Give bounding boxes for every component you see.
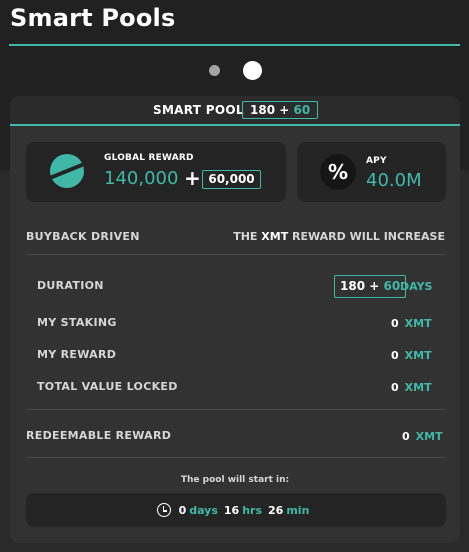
my-staking-amount: 0 bbox=[391, 317, 399, 330]
duration-base: 180 bbox=[340, 279, 366, 293]
my-reward-label: MY REWARD bbox=[37, 348, 117, 361]
countdown-days: 0 bbox=[178, 503, 187, 517]
countdown-hours: 16 bbox=[223, 503, 240, 517]
apy-label: APY bbox=[366, 156, 387, 166]
buyback-note-prefix: THE bbox=[233, 230, 258, 243]
xmt-logo-icon bbox=[50, 154, 84, 188]
global-reward-amount: 140,000 bbox=[104, 168, 179, 189]
global-reward-bonus: 60,000 bbox=[202, 170, 261, 189]
duration-label: DURATION bbox=[37, 279, 104, 292]
my-staking-label: MY STAKING bbox=[37, 316, 117, 329]
countdown-minutes: 26 bbox=[268, 503, 284, 517]
divider bbox=[26, 457, 446, 458]
pool-duration-plus: + bbox=[279, 103, 290, 117]
tvl-label: TOTAL VALUE LOCKED bbox=[37, 380, 178, 393]
carousel-pagination bbox=[0, 60, 469, 80]
pool-duration-badge: 180 + 60 bbox=[242, 101, 319, 119]
global-reward-tile: GLOBAL REWARD 140,000 + 60,000 bbox=[26, 142, 286, 202]
divider bbox=[26, 254, 446, 255]
tvl-amount: 0 bbox=[391, 381, 399, 394]
tvl-unit: XMT bbox=[404, 381, 432, 394]
card-header: SMART POOL 180 + 60 bbox=[10, 96, 460, 126]
countdown-days-unit: days bbox=[189, 503, 218, 517]
percent-icon: % bbox=[320, 154, 356, 190]
apy-value: 40.0M bbox=[366, 170, 422, 191]
smart-pool-label: SMART POOL bbox=[153, 103, 244, 117]
my-reward-unit: XMT bbox=[404, 349, 432, 362]
my-staking-unit: XMT bbox=[404, 317, 432, 330]
my-reward-amount: 0 bbox=[391, 349, 399, 362]
buyback-note-suffix: REWARD WILL INCREASE bbox=[292, 230, 445, 243]
duration-plus: + bbox=[369, 279, 380, 293]
countdown-hours-unit: hrs bbox=[242, 503, 263, 517]
buyback-note: THE XMT REWARD WILL INCREASE bbox=[233, 230, 445, 243]
my-staking-value: 0 XMT bbox=[391, 317, 432, 330]
buyback-label: BUYBACK DRIVEN bbox=[26, 230, 140, 243]
countdown-minutes-unit: min bbox=[286, 503, 310, 517]
global-reward-plus: + bbox=[184, 166, 201, 190]
clock-icon bbox=[156, 503, 171, 517]
smart-pool-card: SMART POOL 180 + 60 GLOBAL REWARD 140,00… bbox=[10, 96, 460, 543]
tvl-value: 0 XMT bbox=[391, 381, 432, 394]
redeemable-amount: 0 bbox=[402, 430, 410, 443]
divider bbox=[26, 409, 446, 410]
buyback-note-token: XMT bbox=[261, 230, 289, 243]
my-reward-value: 0 XMT bbox=[391, 349, 432, 362]
carousel-dot-2-active[interactable] bbox=[243, 61, 262, 80]
global-reward-label: GLOBAL REWARD bbox=[104, 153, 194, 163]
pool-duration-base: 180 bbox=[250, 103, 276, 117]
page-title: Smart Pools bbox=[10, 4, 176, 32]
duration-bonus: 60 bbox=[383, 279, 401, 293]
pool-duration-bonus: 60 bbox=[293, 103, 311, 117]
duration-unit: DAYS bbox=[400, 280, 433, 293]
carousel-dot-1[interactable] bbox=[209, 65, 220, 76]
title-underline bbox=[9, 44, 460, 46]
redeemable-reward-label: REDEEMABLE REWARD bbox=[26, 429, 172, 442]
redeemable-reward-value: 0 XMT bbox=[402, 430, 443, 443]
redeemable-unit: XMT bbox=[415, 430, 443, 443]
pool-start-label: The pool will start in: bbox=[180, 475, 290, 485]
duration-value-box: 180 + 60 bbox=[334, 275, 407, 298]
apy-tile: % APY 40.0M bbox=[297, 142, 446, 202]
countdown-box: 0 days 16 hrs 26 min bbox=[26, 493, 446, 527]
